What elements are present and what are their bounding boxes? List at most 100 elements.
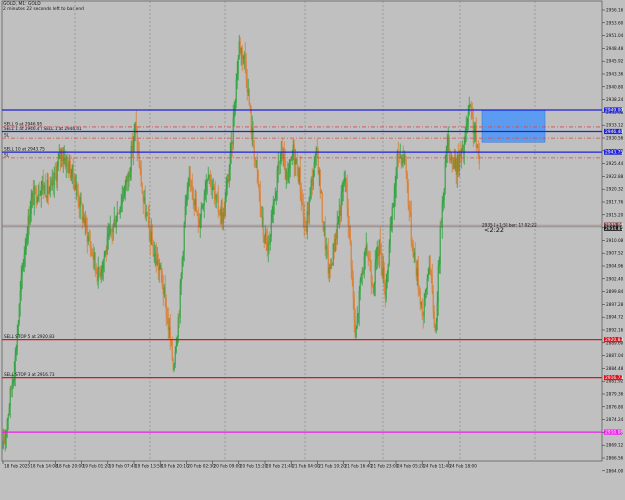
candle-body xyxy=(335,239,337,240)
candle-body xyxy=(294,158,296,165)
candle-body xyxy=(356,316,358,329)
candle-body xyxy=(149,228,151,243)
candle-body xyxy=(454,158,456,169)
candle-body xyxy=(435,321,437,332)
candle-body xyxy=(290,158,292,160)
candle-body xyxy=(80,197,82,205)
level-label-sell10: SELL 10 at 2943.75 xyxy=(4,147,45,152)
y-tick-label: 2907.52 xyxy=(606,251,624,256)
candle-body xyxy=(143,197,145,202)
candle-body xyxy=(250,109,252,134)
candle-body xyxy=(419,290,421,305)
candle-body xyxy=(430,270,432,275)
candle-body xyxy=(471,111,473,118)
candle-body xyxy=(91,248,93,256)
candle-body xyxy=(345,177,347,183)
candle-body xyxy=(399,154,401,156)
candle-body xyxy=(203,196,205,206)
candle-body xyxy=(409,211,411,213)
candle-body xyxy=(188,178,190,187)
candle-body xyxy=(3,440,5,444)
candle-body xyxy=(400,154,402,165)
candle-body xyxy=(158,268,160,271)
candle-body xyxy=(249,105,251,110)
y-tick-label: 2902.40 xyxy=(606,276,624,281)
candle-body xyxy=(369,260,371,271)
candle-body xyxy=(109,228,111,233)
candle-body xyxy=(422,315,424,317)
candle-body xyxy=(32,192,34,206)
candle-body xyxy=(339,210,341,216)
candle-body xyxy=(439,227,441,264)
candle-body xyxy=(477,146,479,156)
candle-body xyxy=(360,274,362,281)
candle-body xyxy=(377,246,379,257)
candle-body xyxy=(208,175,210,178)
candle-body xyxy=(50,184,52,186)
candle-body xyxy=(87,235,89,242)
price-tag-sell10: 2943.75 xyxy=(605,150,623,156)
x-tick-label: 19 Feb 01:20 xyxy=(83,464,111,469)
candle-body xyxy=(402,156,404,163)
candle-body xyxy=(354,320,356,338)
candle-body xyxy=(246,80,248,93)
candle-body xyxy=(211,189,213,191)
y-tick-label: 2879.36 xyxy=(606,392,624,397)
candle-body xyxy=(34,186,36,189)
y-tick-label: 2897.28 xyxy=(606,302,624,307)
candle-body xyxy=(29,213,31,224)
candle-body xyxy=(111,230,113,233)
x-tick-label: 19 Feb 20:10 xyxy=(161,464,189,469)
candle-body xyxy=(392,206,394,208)
candle-body xyxy=(184,205,186,224)
candle-body xyxy=(388,244,390,264)
candle-body xyxy=(398,154,400,156)
candle-body xyxy=(53,172,55,186)
candle-body xyxy=(328,267,330,274)
candle-body xyxy=(447,136,449,147)
candle-body xyxy=(107,233,109,238)
candle-body xyxy=(138,151,140,167)
candle-body xyxy=(338,210,340,224)
candle-body xyxy=(117,212,119,214)
candle-body xyxy=(295,158,297,160)
candle-body xyxy=(344,177,346,183)
candle-body xyxy=(79,197,81,208)
level-label-sell_stop_5: SELL STOP 5 at 2920.83 xyxy=(4,334,55,339)
candle-body xyxy=(383,268,385,292)
candle-body xyxy=(446,146,448,151)
candle-body xyxy=(238,41,240,58)
candle-body xyxy=(74,187,76,190)
plot-area xyxy=(1,0,603,462)
candle-body xyxy=(256,160,258,171)
candle-body xyxy=(313,162,315,177)
candle-body xyxy=(240,48,242,53)
candle-body xyxy=(452,159,454,161)
candle-body xyxy=(349,226,351,244)
candle-body xyxy=(268,242,270,245)
candle-body xyxy=(101,268,103,272)
candle-body xyxy=(420,302,422,305)
candle-body xyxy=(280,151,282,162)
candle-body xyxy=(412,243,414,257)
candle-body xyxy=(460,149,462,157)
candle-body xyxy=(367,254,369,259)
candle-body xyxy=(119,206,121,214)
candle-body xyxy=(370,270,372,283)
candle-body xyxy=(147,214,149,217)
candle-body xyxy=(438,263,440,267)
candle-body xyxy=(150,231,152,243)
candle-body xyxy=(278,162,280,164)
candle-body xyxy=(241,48,243,59)
candle-body xyxy=(350,243,352,268)
candle-body xyxy=(62,160,64,161)
candle-body xyxy=(417,268,419,289)
candle-body xyxy=(378,239,380,257)
price-chart[interactable]: SELL 1 at 2946.4 / SELL 1 at 2946.41SELL… xyxy=(0,0,625,500)
candle-body xyxy=(97,266,99,282)
candle-body xyxy=(141,186,143,194)
candle-body xyxy=(236,74,238,80)
candle-body xyxy=(352,277,354,298)
candle-body xyxy=(38,194,40,196)
candle-body xyxy=(95,265,97,272)
